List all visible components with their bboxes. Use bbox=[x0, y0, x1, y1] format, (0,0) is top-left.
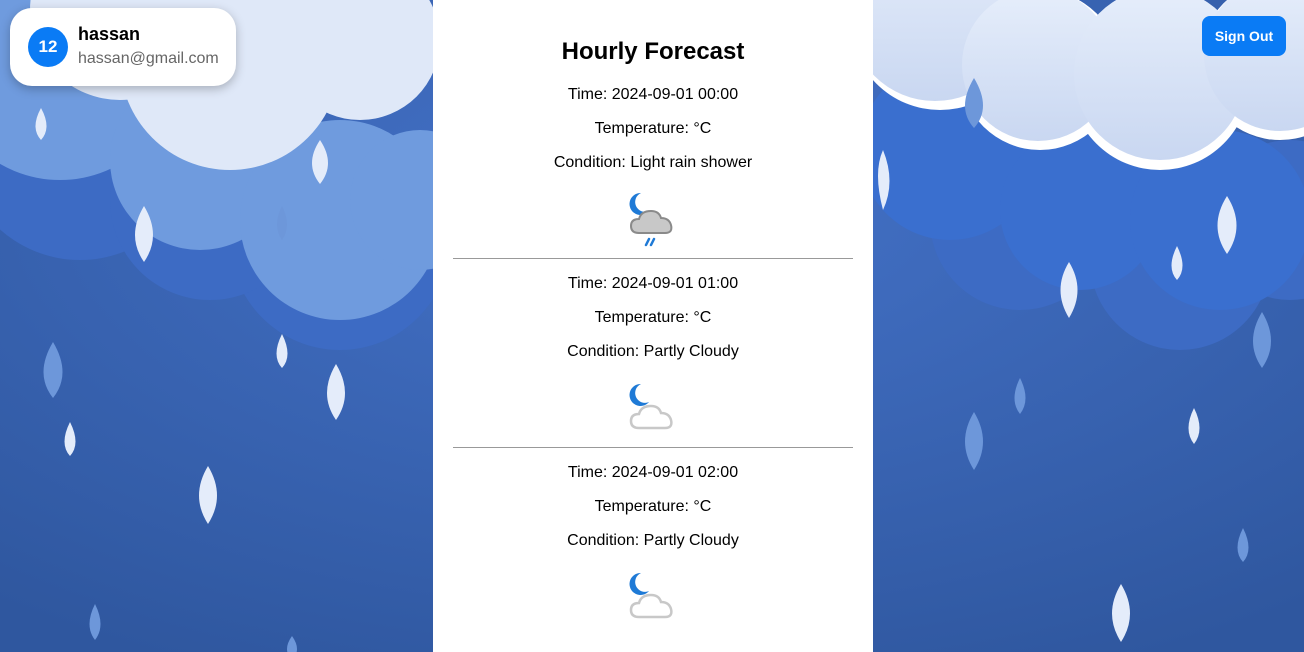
sign-out-button[interactable]: Sign Out bbox=[1202, 16, 1286, 56]
avatar: 12 bbox=[28, 27, 68, 67]
forecast-temperature: Temperature: °C bbox=[594, 120, 712, 137]
page-title: Hourly Forecast bbox=[561, 38, 745, 65]
night-partly-cloudy-icon bbox=[629, 572, 673, 619]
user-email: hassan@gmail.com bbox=[78, 50, 219, 67]
user-profile-card: 12 hassan hassan@gmail.com bbox=[10, 8, 236, 86]
forecast-time: Time: 2024-09-01 02:00 bbox=[567, 464, 739, 481]
night-rain-shower-icon bbox=[629, 192, 673, 247]
forecast-condition: Condition: Partly Cloudy bbox=[567, 343, 739, 360]
forecast-entry: Time: 2024-09-01 02:00 Temperature: °C C… bbox=[433, 448, 873, 636]
hourly-forecast-panel: Hourly Forecast Time: 2024-09-01 00:00 T… bbox=[433, 0, 873, 652]
forecast-entry: Time: 2024-09-01 01:00 Temperature: °C C… bbox=[433, 259, 873, 447]
forecast-temperature: Temperature: °C bbox=[594, 498, 712, 515]
forecast-time: Time: 2024-09-01 00:00 bbox=[567, 86, 739, 103]
night-partly-cloudy-icon bbox=[629, 383, 673, 430]
forecast-temperature: Temperature: °C bbox=[594, 309, 712, 326]
user-name: hassan bbox=[78, 24, 141, 44]
forecast-time: Time: 2024-09-01 01:00 bbox=[567, 275, 739, 292]
forecast-entry: Time: 2024-09-01 00:00 Temperature: °C C… bbox=[433, 78, 873, 258]
forecast-condition: Condition: Light rain shower bbox=[553, 154, 753, 171]
forecast-condition: Condition: Partly Cloudy bbox=[567, 532, 739, 549]
